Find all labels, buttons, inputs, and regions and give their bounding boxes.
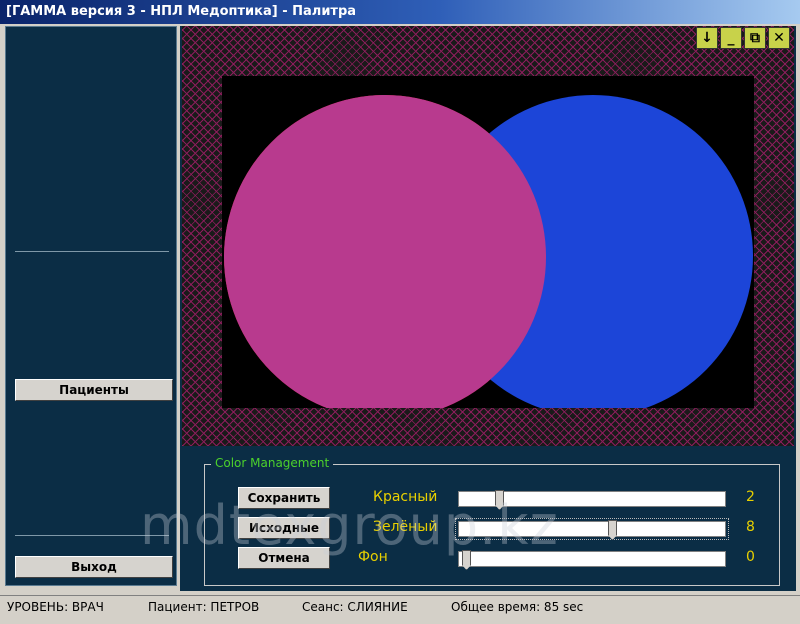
background-slider-label: Фон <box>358 549 388 565</box>
red-slider[interactable] <box>458 490 726 510</box>
background-slider-thumb[interactable] <box>462 550 471 570</box>
app-window: [ГАММА версия 3 - НПЛ Медоптика] - Палит… <box>0 0 800 624</box>
cancel-button[interactable]: Отмена <box>238 547 330 569</box>
save-button[interactable]: Сохранить <box>238 487 330 509</box>
color-management-group: Color Management Сохранить Исходные Отме… <box>204 456 780 586</box>
status-bar: УРОВЕНЬ: ВРАЧ Пациент: ПЕТРОВ Сеанс: СЛИ… <box>0 595 800 624</box>
background-slider-value: 0 <box>746 549 755 565</box>
red-slider-value: 2 <box>746 489 755 505</box>
exit-button[interactable]: Выход <box>15 556 173 578</box>
green-slider-value: 8 <box>746 519 755 535</box>
background-slider[interactable] <box>458 550 726 570</box>
close-icon[interactable]: ✕ <box>768 27 790 49</box>
color-canvas <box>222 76 754 408</box>
status-session: Сеанс: СЛИЯНИЕ <box>302 600 408 614</box>
patients-button[interactable]: Пациенты <box>15 379 173 401</box>
restore-icon[interactable]: ⧉ <box>744 27 766 49</box>
minimize-icon[interactable]: _ <box>720 27 742 49</box>
red-slider-thumb[interactable] <box>495 490 504 510</box>
status-level: УРОВЕНЬ: ВРАЧ <box>7 600 104 614</box>
green-slider[interactable] <box>455 518 729 540</box>
sidebar: Пациенты Выход <box>5 26 177 586</box>
main-panel: ↓ _ ⧉ ✕ Color Management Сохранить Исход… <box>180 26 796 591</box>
pin-icon[interactable]: ↓ <box>696 27 718 49</box>
status-patient: Пациент: ПЕТРОВ <box>148 600 260 614</box>
hatched-background: ↓ _ ⧉ ✕ <box>182 26 794 446</box>
window-controls: ↓ _ ⧉ ✕ <box>696 27 790 49</box>
window-title: [ГАММА версия 3 - НПЛ Медоптика] - Палит… <box>6 4 357 19</box>
status-total-time: Общее время: 85 sec <box>451 600 584 614</box>
green-slider-thumb[interactable] <box>608 520 617 540</box>
defaults-button[interactable]: Исходные <box>238 517 330 539</box>
red-slider-label: Красный <box>373 489 438 505</box>
green-slider-label: Зелёный <box>373 519 438 535</box>
color-management-legend: Color Management <box>211 456 334 470</box>
sidebar-divider <box>15 535 169 536</box>
title-bar[interactable]: [ГАММА версия 3 - НПЛ Медоптика] - Палит… <box>0 0 800 24</box>
overlap-region <box>224 95 546 408</box>
sidebar-divider <box>15 251 169 252</box>
blue-circle <box>224 95 753 408</box>
